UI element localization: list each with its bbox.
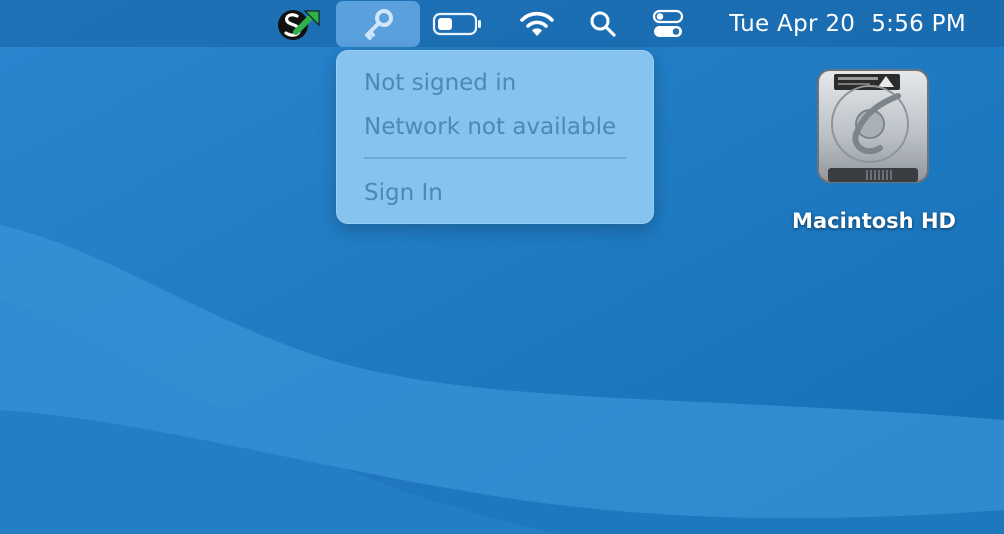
menu-separator	[364, 157, 626, 159]
key-menu-dropdown: Not signed in Network not available Sign…	[336, 50, 654, 224]
app-s-arrow-icon[interactable]	[276, 0, 326, 47]
clock-time: 5:56 PM	[871, 10, 966, 37]
clock-date: Tue Apr 20	[729, 10, 856, 37]
status-not-signed-in: Not signed in	[364, 70, 517, 96]
sign-in-menu-item[interactable]: Sign In	[364, 179, 443, 207]
wifi-icon[interactable]	[512, 0, 562, 47]
key-icon[interactable]	[336, 1, 420, 47]
hard-disk-icon[interactable]	[808, 64, 938, 194]
menu-bar: Tue Apr 20 5:56 PM	[0, 0, 1004, 47]
status-network-unavailable: Network not available	[364, 114, 617, 140]
menu-clock[interactable]: Tue Apr 20 5:56 PM	[729, 0, 966, 47]
battery-icon[interactable]	[428, 0, 486, 47]
search-icon[interactable]	[582, 0, 624, 47]
control-center-icon[interactable]	[646, 0, 690, 47]
disk-label[interactable]: Macintosh HD	[768, 209, 980, 233]
